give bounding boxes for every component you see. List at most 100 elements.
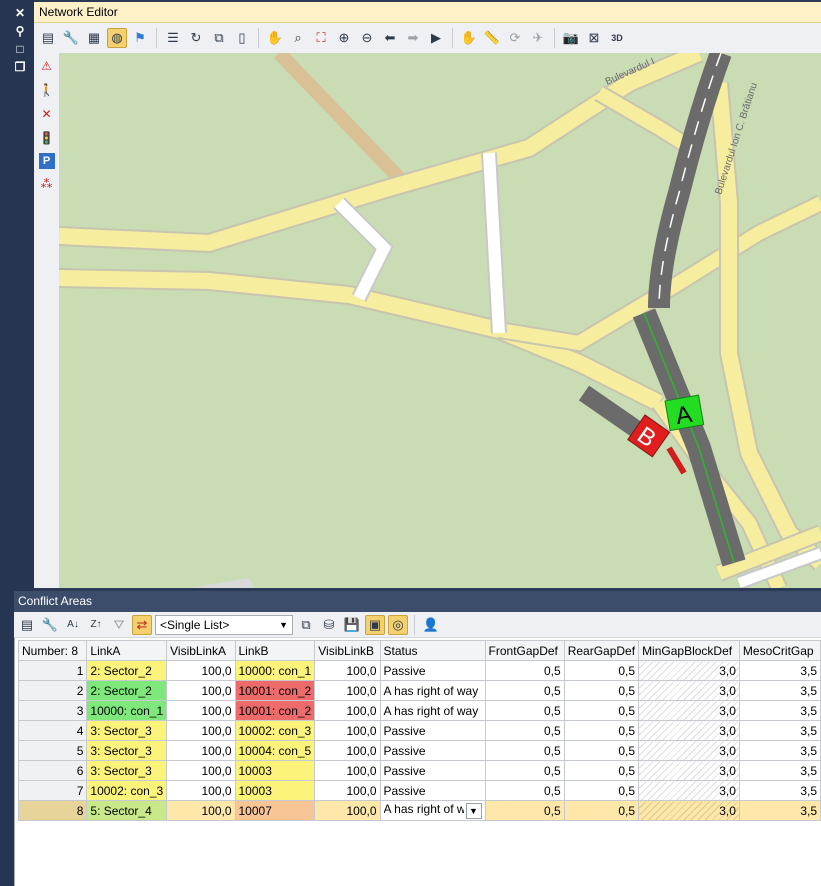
close-icon[interactable]: ✕ xyxy=(10,4,30,22)
network-map-canvas[interactable]: Bulevardul I Bulevardul Ion C. Brătianu … xyxy=(59,53,821,588)
column-header-reargapdef[interactable]: RearGapDef xyxy=(563,640,640,661)
parking-icon[interactable]: P xyxy=(38,153,55,169)
cell-number[interactable]: 5 xyxy=(17,740,88,761)
cell-number[interactable]: 2 xyxy=(17,680,88,701)
cell-mingapblockdef[interactable]: 3,0 xyxy=(638,720,740,741)
cell-linka[interactable]: 3: Sector_3 xyxy=(86,740,168,761)
cell-visiblinka[interactable]: 100,0 xyxy=(166,700,236,721)
cell-linka[interactable]: 10000: con_1 xyxy=(86,700,168,721)
3d-icon[interactable]: 3D xyxy=(607,28,627,48)
screenshot-icon[interactable]: 📷 xyxy=(561,28,581,48)
cell-frontgapdef[interactable]: 0,5 xyxy=(484,720,565,741)
column-header-visiblinka[interactable]: VisibLinkA xyxy=(166,640,236,661)
rotate-icon[interactable]: ↻ xyxy=(186,28,206,48)
cell-mesocritgap[interactable]: 3,5 xyxy=(738,720,821,741)
cell-status[interactable]: Passive xyxy=(379,780,486,801)
cell-mesocritgap[interactable]: 3,5 xyxy=(738,740,821,761)
cell-visiblinkb[interactable]: 100,0 xyxy=(314,760,381,781)
table-row[interactable]: 7 10002: con_3 100,0 10003 100,0 Passive… xyxy=(17,780,821,801)
cell-frontgapdef[interactable]: 0,5 xyxy=(484,740,565,761)
fit-window-icon[interactable]: ⛶ xyxy=(311,28,331,48)
sort-descending-icon[interactable]: Z↑ xyxy=(86,615,106,635)
warning-sign-icon[interactable]: ⚠ xyxy=(37,57,57,75)
table-row-selected[interactable]: 8 5: Sector_4 100,0 10007 100,0 A has ri… xyxy=(17,800,821,821)
forward-arrow-icon[interactable]: ➡ xyxy=(403,28,423,48)
restore-icon[interactable]: ❐ xyxy=(10,58,30,76)
rotate-3d-icon[interactable]: ⟳ xyxy=(505,28,525,48)
table-row[interactable]: 1 2: Sector_2 100,0 10000: con_1 100,0 P… xyxy=(17,660,821,681)
table-row[interactable]: 5 3: Sector_3 100,0 10004: con_5 100,0 P… xyxy=(17,740,821,761)
cell-linka[interactable]: 10002: con_3 xyxy=(86,780,168,801)
cell-reargapdef[interactable]: 0,5 xyxy=(563,680,640,701)
filter-icon[interactable]: ⛛ xyxy=(109,615,129,635)
cell-linkb[interactable]: 10007 xyxy=(234,800,316,821)
database-icon[interactable]: ⛁ xyxy=(319,615,339,635)
cell-mingapblockdef[interactable]: 3,0 xyxy=(638,740,740,761)
cell-visiblinka[interactable]: 100,0 xyxy=(166,780,236,801)
cell-frontgapdef[interactable]: 0,5 xyxy=(484,800,565,821)
cell-linka[interactable]: 3: Sector_3 xyxy=(86,720,168,741)
list-icon[interactable]: ☰ xyxy=(163,28,183,48)
column-header-mesocritgap[interactable]: MesoCritGap xyxy=(738,640,821,661)
cell-number[interactable]: 8 xyxy=(17,800,88,821)
cell-status[interactable]: A has right of way xyxy=(379,680,486,701)
cell-mingapblockdef[interactable]: 3,0 xyxy=(638,800,740,821)
cell-frontgapdef[interactable]: 0,5 xyxy=(484,760,565,781)
highlight-icon[interactable]: ◎ xyxy=(388,614,408,635)
vehicle-signal-icon[interactable]: 🚦 xyxy=(37,129,57,147)
save-selection-icon[interactable]: ▣ xyxy=(365,614,385,635)
cell-frontgapdef[interactable]: 0,5 xyxy=(484,680,565,701)
cell-status[interactable]: A has right of way xyxy=(379,700,486,721)
wrench-icon[interactable]: 🔧 xyxy=(40,615,60,635)
zoom-out-icon[interactable]: ⊖ xyxy=(357,28,377,48)
cell-mesocritgap[interactable]: 3,5 xyxy=(738,680,821,701)
cell-linkb[interactable]: 10002: con_3 xyxy=(234,720,316,741)
cell-linkb[interactable]: 10001: con_2 xyxy=(234,680,316,701)
cell-linka[interactable]: 3: Sector_3 xyxy=(86,760,168,781)
column-header-visiblinkb[interactable]: VisibLinkB xyxy=(314,640,381,661)
hand-zoom-icon[interactable]: ✋ xyxy=(265,28,285,48)
cell-number[interactable]: 4 xyxy=(17,720,88,741)
cell-linka[interactable]: 5: Sector_4 xyxy=(86,800,168,821)
cell-linkb[interactable]: 10003 xyxy=(234,780,316,801)
cell-status-editing[interactable]: A has right of way▼ xyxy=(379,800,486,821)
pan-hand-icon[interactable]: ✋ xyxy=(459,28,479,48)
cell-visiblinkb[interactable]: 100,0 xyxy=(314,740,381,761)
camera-video-icon[interactable]: ▶ xyxy=(426,28,446,48)
table-row[interactable]: 6 3: Sector_3 100,0 10003 100,0 Passive … xyxy=(17,760,821,781)
sort-ascending-icon[interactable]: A↓ xyxy=(63,615,83,635)
cell-visiblinka[interactable]: 100,0 xyxy=(166,740,236,761)
table-row[interactable]: 3 10000: con_1 100,0 10001: con_2 100,0 … xyxy=(17,700,821,721)
cell-linkb[interactable]: 10001: con_2 xyxy=(234,700,316,721)
fly-icon[interactable]: ✈ xyxy=(528,28,548,48)
cell-reargapdef[interactable]: 0,5 xyxy=(563,700,640,721)
list-select-dropdown[interactable]: <Single List> ▼ xyxy=(155,614,293,635)
cell-frontgapdef[interactable]: 0,5 xyxy=(484,660,565,681)
cell-linka[interactable]: 2: Sector_2 xyxy=(86,660,168,681)
cell-reargapdef[interactable]: 0,5 xyxy=(563,660,640,681)
cell-status[interactable]: Passive xyxy=(379,720,486,741)
cell-mingapblockdef[interactable]: 3,0 xyxy=(638,700,740,721)
cell-status[interactable]: Passive xyxy=(379,740,486,761)
add-user-icon[interactable]: 👤 xyxy=(421,615,441,635)
map-svg[interactable]: Bulevardul I Bulevardul Ion C. Brătianu … xyxy=(59,53,821,588)
cell-visiblinka[interactable]: 100,0 xyxy=(166,720,236,741)
cell-linkb[interactable]: 10004: con_5 xyxy=(234,740,316,761)
cell-visiblinka[interactable]: 100,0 xyxy=(166,680,236,701)
cell-linka[interactable]: 2: Sector_2 xyxy=(86,680,168,701)
cell-mingapblockdef[interactable]: 3,0 xyxy=(638,760,740,781)
pin-icon[interactable]: ⚲ xyxy=(10,22,30,40)
grid-icon[interactable]: ▦ xyxy=(84,28,104,48)
cell-number[interactable]: 1 xyxy=(17,660,88,681)
cell-mingapblockdef[interactable]: 3,0 xyxy=(638,680,740,701)
maximize-icon[interactable]: □ xyxy=(10,40,30,58)
globe-icon[interactable]: ◍ xyxy=(107,28,127,48)
back-arrow-icon[interactable]: ⬅ xyxy=(380,28,400,48)
cell-reargapdef[interactable]: 0,5 xyxy=(563,740,640,761)
cell-linkb[interactable]: 10003 xyxy=(234,760,316,781)
cell-number[interactable]: 3 xyxy=(17,700,88,721)
layout-icon[interactable]: ▤ xyxy=(38,28,58,48)
column-header-number[interactable]: Number: 8 xyxy=(17,640,88,661)
conflict-marker-a[interactable]: A xyxy=(664,394,705,432)
cell-frontgapdef[interactable]: 0,5 xyxy=(484,700,565,721)
